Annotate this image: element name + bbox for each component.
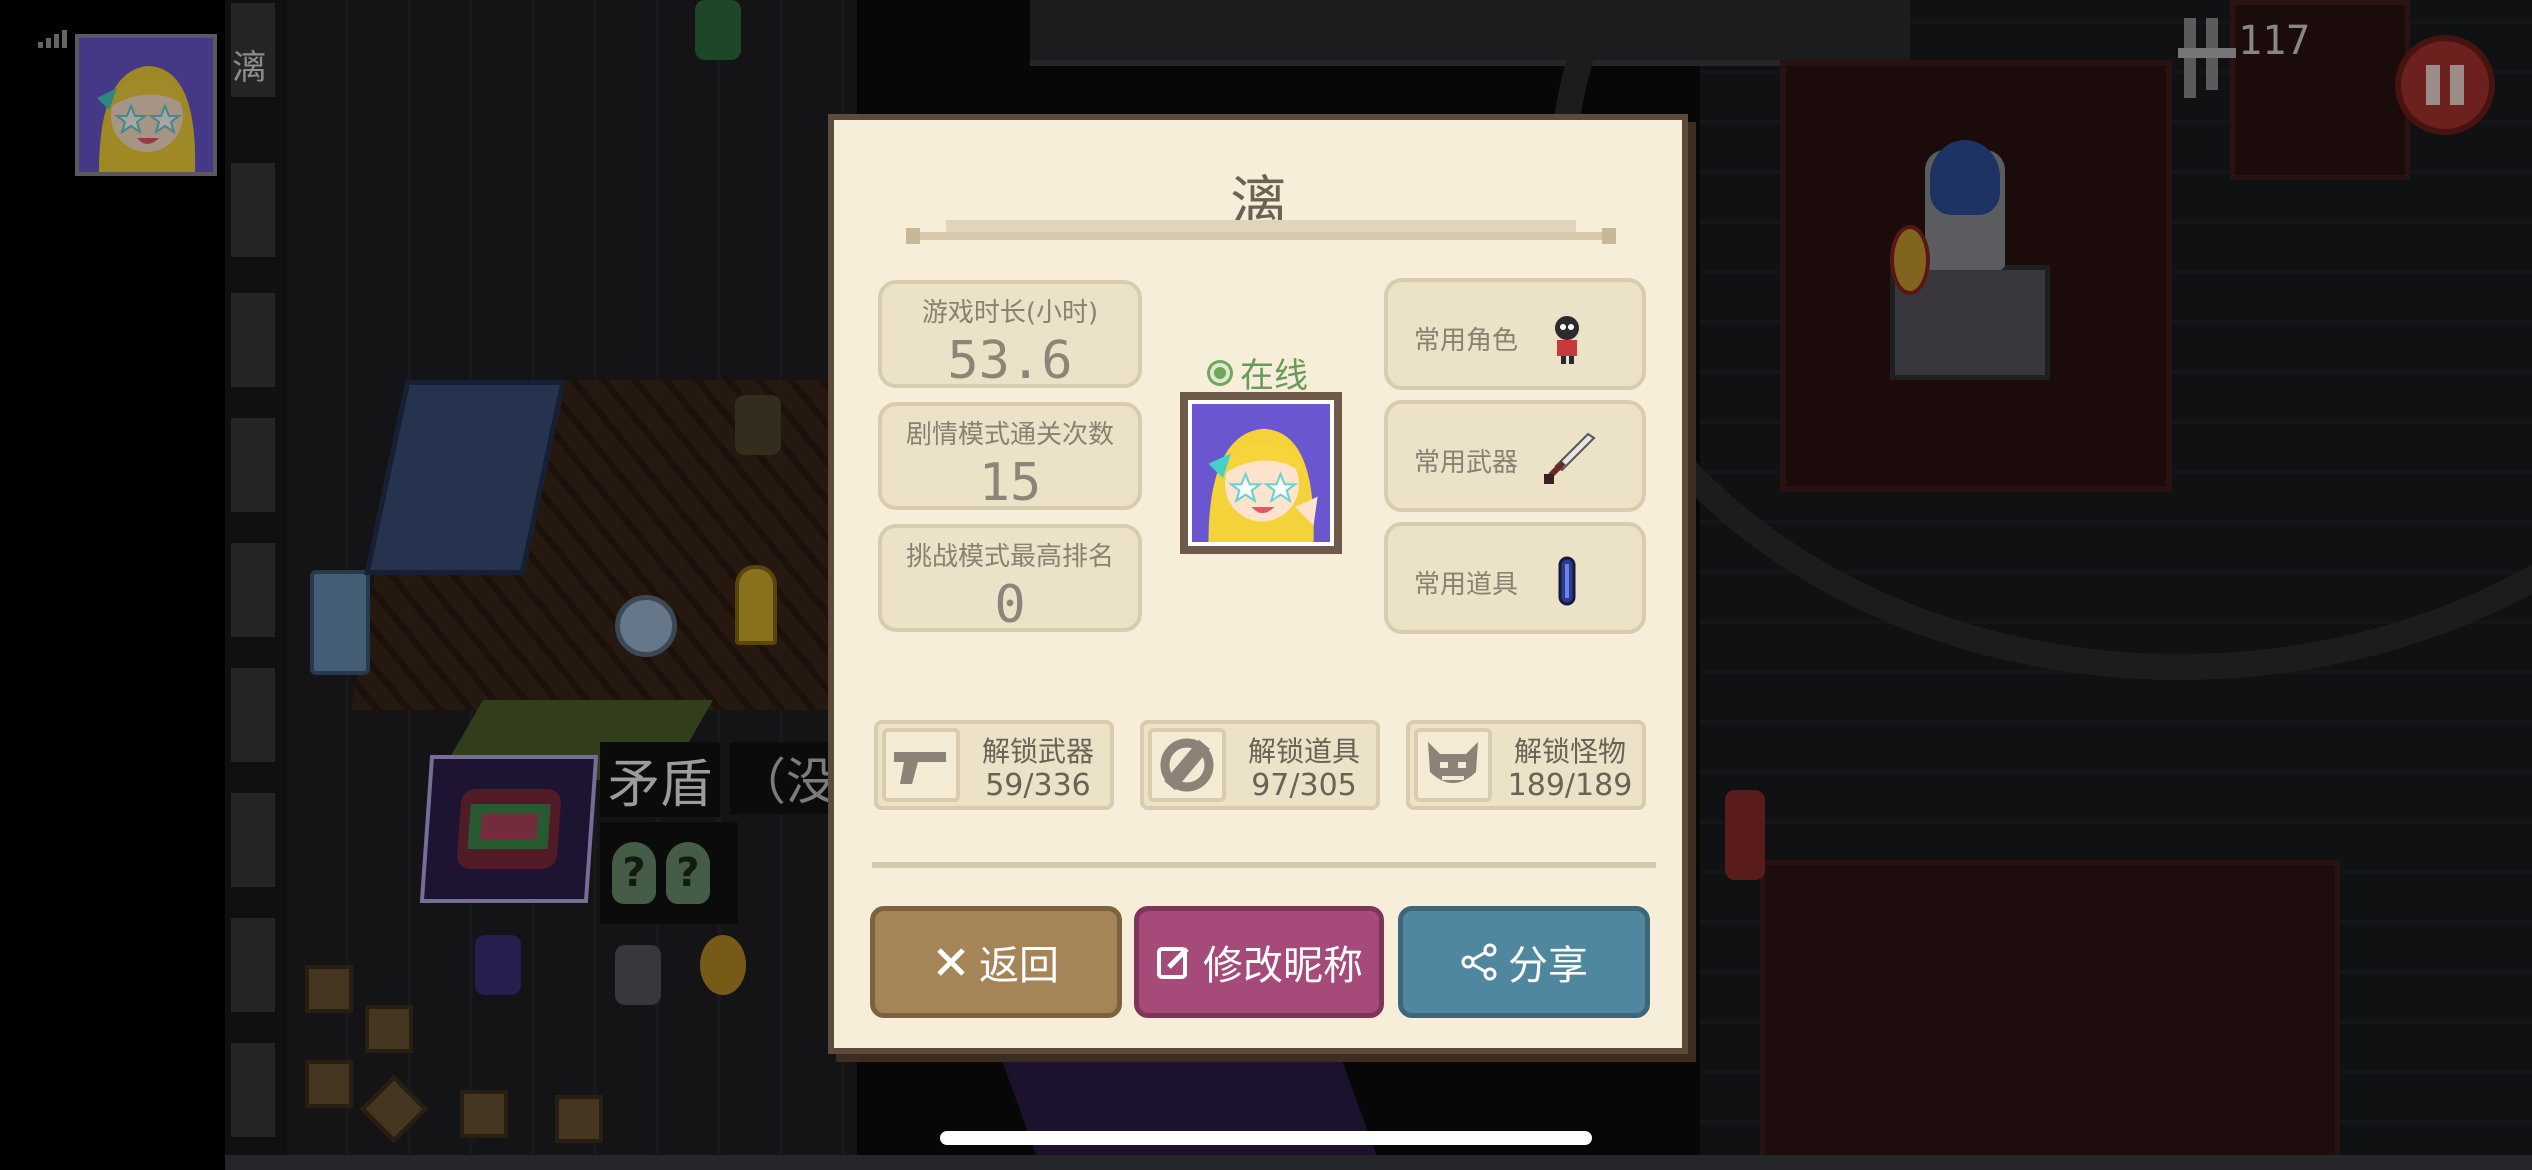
unlock-label: 解锁武器	[981, 735, 1094, 768]
online-label: 在线	[1240, 356, 1308, 396]
online-dot-icon	[1210, 362, 1230, 383]
unlock-items[interactable]: 解锁道具 97/305	[1140, 720, 1380, 810]
title-underline	[906, 220, 1616, 246]
unlock-value: 189/189	[1507, 768, 1633, 803]
avatar-portrait-icon	[1192, 404, 1330, 542]
favorite-label: 常用角色	[1414, 326, 1519, 356]
favorite-label: 常用武器	[1414, 448, 1519, 478]
unlock-label: 解锁道具	[1247, 735, 1360, 768]
monster-icon	[1428, 742, 1478, 783]
back-button[interactable]: 返回	[870, 906, 1122, 1018]
divider	[872, 862, 1656, 868]
rename-label: 修改昵称	[1203, 943, 1363, 989]
unlock-value: 97/305	[1251, 768, 1357, 803]
profile-dialog: 漓 游戏时长(小时) 53.6 剧情模式通关次数 15 挑战模式最高排名 0 在…	[828, 114, 1688, 1054]
pistol-icon	[894, 752, 946, 784]
favorite-label: 常用道具	[1414, 570, 1519, 600]
profile-avatar[interactable]	[1180, 392, 1342, 554]
close-icon	[937, 948, 965, 976]
unlock-monsters[interactable]: 解锁怪物 189/189	[1406, 720, 1646, 810]
favorite-weapon[interactable]: 常用武器	[1384, 400, 1646, 512]
stat-label: 剧情模式通关次数	[905, 420, 1114, 450]
stat-play-time: 游戏时长(小时) 53.6	[878, 280, 1142, 391]
item-icon	[1558, 556, 1576, 606]
edit-icon	[1157, 947, 1189, 979]
share-icon	[1461, 943, 1497, 981]
rename-button[interactable]: 修改昵称	[1134, 906, 1384, 1018]
unlock-weapons[interactable]: 解锁武器 59/336	[874, 720, 1114, 810]
stat-value: 53.6	[947, 331, 1073, 391]
share-label: 分享	[1508, 943, 1588, 989]
stat-value: 15	[978, 453, 1042, 513]
back-label: 返回	[979, 943, 1059, 989]
ring-item-icon	[1160, 738, 1214, 792]
stat-challenge-rank: 挑战模式最高排名 0	[878, 524, 1142, 635]
stat-label: 游戏时长(小时)	[921, 298, 1099, 328]
stat-value: 0	[994, 575, 1026, 635]
unlock-label: 解锁怪物	[1513, 735, 1626, 768]
stat-story-clears: 剧情模式通关次数 15	[878, 402, 1142, 513]
stat-label: 挑战模式最高排名	[905, 542, 1114, 572]
sword-icon	[1544, 432, 1596, 484]
online-status: 在线	[1210, 348, 1308, 397]
favorite-character[interactable]: 常用角色	[1384, 278, 1646, 390]
character-icon	[1555, 316, 1579, 364]
share-button[interactable]: 分享	[1398, 906, 1650, 1018]
unlock-value: 59/336	[985, 768, 1091, 803]
favorite-item[interactable]: 常用道具	[1384, 522, 1646, 634]
home-indicator[interactable]	[940, 1131, 1592, 1145]
